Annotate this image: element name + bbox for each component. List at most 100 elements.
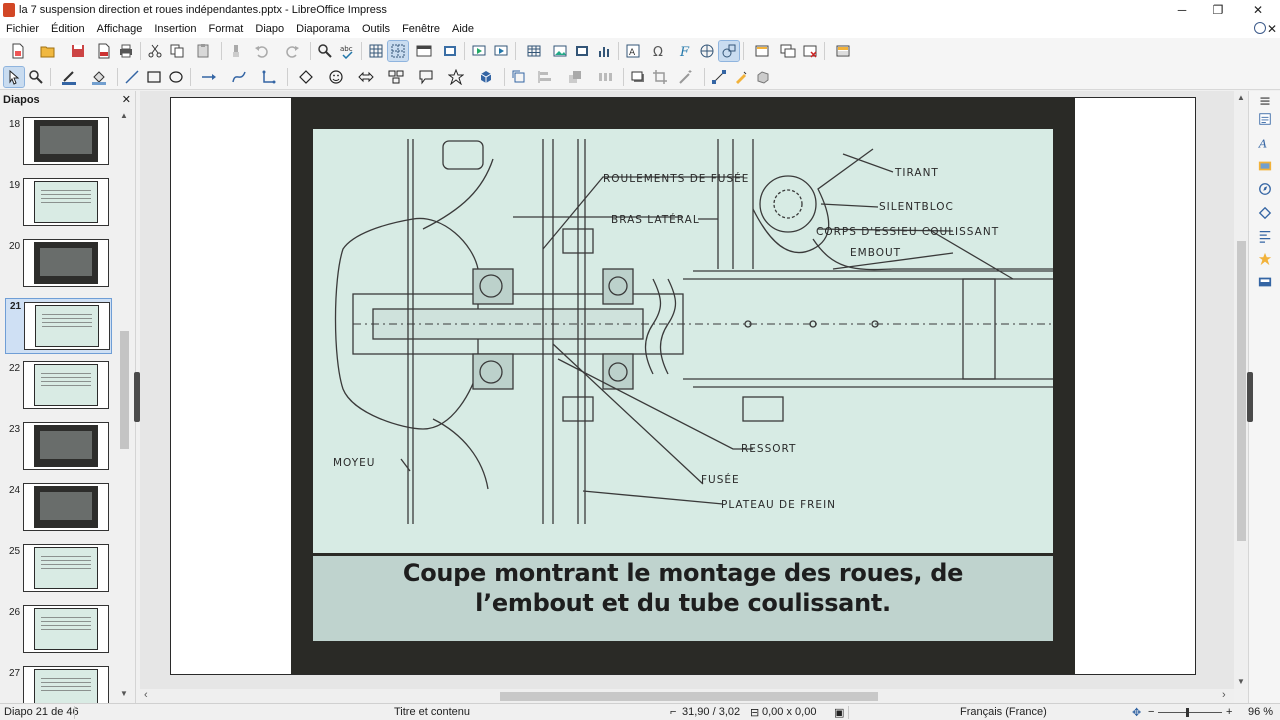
callouts-button[interactable] — [412, 67, 440, 87]
master-slides-icon[interactable] — [1257, 274, 1273, 290]
slide-thumbnail-21[interactable]: 21 — [5, 298, 112, 354]
shadow-button[interactable] — [628, 67, 648, 87]
slide-thumbnail-24[interactable]: 24 — [0, 483, 118, 535]
language-status[interactable]: Français (France) — [960, 706, 1047, 718]
vertical-scrollbar[interactable]: ▲ ▼ — [1234, 91, 1248, 689]
scroll-down-icon[interactable]: ▼ — [1237, 677, 1245, 686]
properties-icon[interactable] — [1257, 111, 1273, 127]
scroll-right-icon[interactable]: › — [1222, 689, 1226, 701]
insert-rectangle-button[interactable] — [144, 67, 164, 87]
duplicate-slide-button[interactable] — [778, 41, 798, 61]
slide-transition-icon[interactable] — [1257, 228, 1273, 244]
print-button[interactable] — [116, 41, 136, 61]
start-current-slide-button[interactable] — [491, 41, 511, 61]
fill-color-button[interactable] — [85, 67, 113, 87]
collapse-sidebar-handle[interactable] — [1247, 372, 1253, 422]
line-color-button[interactable] — [55, 67, 83, 87]
menu-affichage[interactable]: Affichage — [91, 20, 149, 38]
align-objects-button[interactable] — [531, 67, 559, 87]
slide-thumbnail-18[interactable]: 18 — [0, 117, 118, 169]
undo-button[interactable] — [248, 41, 276, 61]
cut-button[interactable] — [145, 41, 165, 61]
styles-icon[interactable]: A — [1257, 135, 1273, 151]
scroll-up-icon[interactable]: ▲ — [120, 111, 128, 120]
insert-chart-button[interactable] — [594, 41, 614, 61]
paste-button[interactable] — [189, 41, 217, 61]
menu-insertion[interactable]: Insertion — [148, 20, 202, 38]
export-pdf-button[interactable] — [94, 41, 114, 61]
curves-button[interactable] — [225, 67, 253, 87]
block-arrows-button[interactable] — [352, 67, 380, 87]
slide-thumbnail-22[interactable]: 22 — [0, 361, 118, 413]
slide-position-status[interactable]: Diapo 21 de 46 — [4, 706, 79, 718]
horizontal-scroll-thumb[interactable] — [500, 692, 878, 701]
fit-slide-icon[interactable]: ✥ — [1132, 706, 1141, 719]
menu-diapo[interactable]: Diapo — [249, 20, 290, 38]
insert-textbox-button[interactable]: A — [623, 41, 643, 61]
select-button[interactable] — [3, 65, 25, 88]
menu-fenetre[interactable]: Fenêtre — [396, 20, 446, 38]
zoom-level-status[interactable]: 96 % — [1248, 706, 1273, 718]
slide-canvas[interactable]: ROULEMENTS DE FUSÉE TIRANT BRAS LATÉRAL … — [170, 97, 1196, 675]
copy-button[interactable] — [167, 41, 187, 61]
open-button[interactable] — [34, 41, 62, 61]
rotate-button[interactable] — [509, 67, 529, 87]
maximize-button[interactable]: ❐ — [1200, 0, 1236, 20]
fontwork-button[interactable]: F — [675, 41, 695, 61]
menu-diaporama[interactable]: Diaporama — [290, 20, 356, 38]
clone-formatting-button[interactable] — [226, 41, 246, 61]
zoom-out-button[interactable]: − — [1148, 706, 1154, 718]
globe-icon[interactable] — [1254, 22, 1266, 34]
vertical-scroll-thumb[interactable] — [1237, 241, 1246, 541]
close-window-button[interactable]: ✕ — [1240, 0, 1276, 20]
close-document-button[interactable]: ✕ — [1267, 20, 1277, 38]
filter-button[interactable] — [672, 67, 700, 87]
display-grid-button[interactable] — [366, 41, 386, 61]
redo-button[interactable] — [278, 41, 306, 61]
insert-hyperlink-button[interactable] — [697, 41, 717, 61]
save-button[interactable] — [64, 41, 92, 61]
slide-panel-close-button[interactable]: ✕ — [122, 93, 131, 106]
menu-edition[interactable]: Édition — [45, 20, 91, 38]
lines-arrows-button[interactable] — [195, 67, 223, 87]
gallery-icon[interactable] — [1257, 158, 1273, 174]
slide-thumbnail-27[interactable]: 27 — [0, 666, 118, 703]
master-slide-button[interactable] — [440, 41, 460, 61]
slide-panel-scroll-thumb[interactable] — [120, 331, 129, 449]
slide-thumbnail-19[interactable]: 19 — [0, 178, 118, 230]
symbol-shapes-button[interactable] — [322, 67, 350, 87]
zoom-slider-knob[interactable] — [1186, 708, 1189, 717]
find-replace-button[interactable] — [315, 41, 335, 61]
menu-outils[interactable]: Outils — [356, 20, 396, 38]
insert-ellipse-button[interactable] — [166, 67, 186, 87]
stars-button[interactable] — [442, 67, 470, 87]
horizontal-scrollbar[interactable]: ‹ › — [140, 689, 1234, 703]
slide-image[interactable]: ROULEMENTS DE FUSÉE TIRANT BRAS LATÉRAL … — [291, 98, 1075, 674]
zoom-in-button[interactable]: + — [1226, 706, 1232, 718]
insert-table-button[interactable] — [520, 41, 548, 61]
scroll-up-icon[interactable]: ▲ — [1237, 93, 1245, 102]
insert-image-button[interactable] — [550, 41, 570, 61]
scroll-down-icon[interactable]: ▼ — [120, 689, 128, 698]
zoom-slider[interactable] — [1158, 712, 1222, 713]
insert-media-button[interactable] — [572, 41, 592, 61]
shapes-icon[interactable] — [1257, 205, 1273, 221]
basic-shapes-button[interactable] — [292, 67, 320, 87]
navigator-icon[interactable] — [1257, 181, 1273, 197]
slide-workspace[interactable]: ROULEMENTS DE FUSÉE TIRANT BRAS LATÉRAL … — [140, 91, 1248, 689]
glue-points-button[interactable] — [731, 67, 751, 87]
new-document-button[interactable] — [4, 41, 32, 61]
insert-line-button[interactable] — [122, 67, 142, 87]
start-first-slide-button[interactable] — [469, 41, 489, 61]
show-draw-functions-button[interactable] — [718, 40, 740, 62]
animation-icon[interactable] — [1257, 251, 1273, 267]
toggle-extrusion-button[interactable] — [753, 67, 773, 87]
slide-button[interactable] — [748, 41, 776, 61]
layout-status[interactable]: Titre et contenu — [394, 706, 470, 718]
crop-button[interactable] — [650, 67, 670, 87]
slide-panel-scrollbar[interactable]: ▲ ▼ — [118, 111, 131, 701]
insert-special-character-button[interactable]: Ω — [645, 41, 673, 61]
document-modified-icon[interactable]: ▣ — [834, 706, 844, 719]
display-views-button[interactable] — [410, 41, 438, 61]
3d-objects-button[interactable] — [472, 67, 500, 87]
